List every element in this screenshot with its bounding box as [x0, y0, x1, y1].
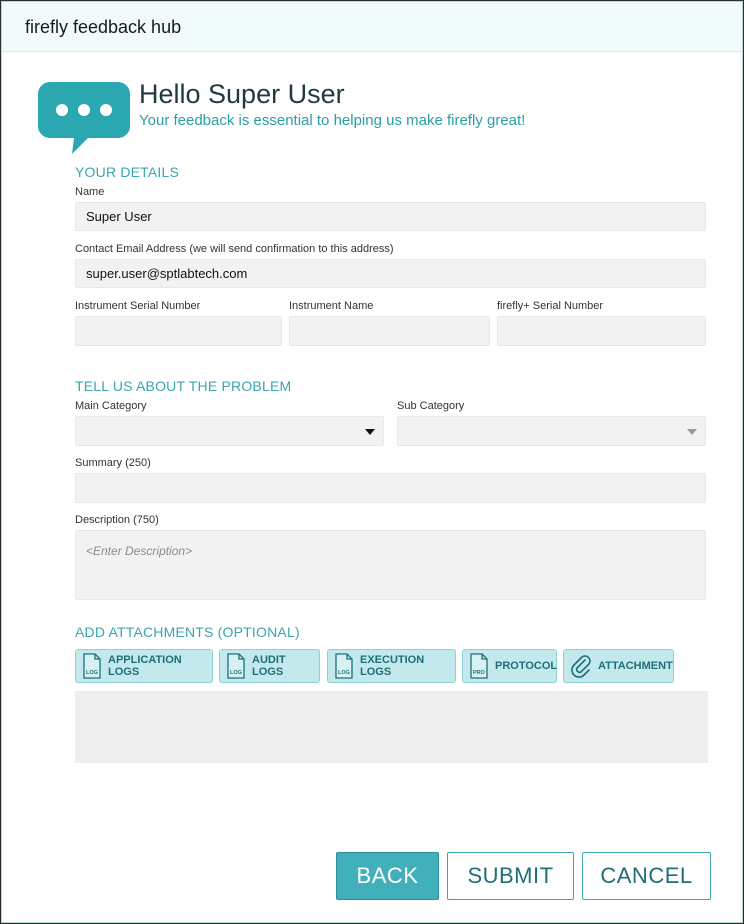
attachments-list[interactable] [75, 691, 708, 763]
section-your-details: YOUR DETAILS [75, 164, 180, 180]
summary-label: Summary (250) [75, 457, 151, 469]
sub-category-label: Sub Category [397, 400, 465, 412]
email-label: Contact Email Address (we will send conf… [75, 243, 394, 255]
execution-logs-label: EXECUTION LOGS [360, 654, 425, 678]
section-attachments: ADD ATTACHMENTS (OPTIONAL) [75, 624, 300, 640]
tagline: Your feedback is essential to helping us… [139, 112, 526, 129]
dropdown-arrow-icon [687, 429, 697, 435]
main-category-select[interactable] [75, 416, 384, 446]
title-bar: firefly feedback hub [2, 2, 742, 52]
instrument-name-label: Instrument Name [289, 300, 374, 312]
email-field[interactable]: super.user@sptlabtech.com [75, 259, 706, 288]
execution-logs-button[interactable]: LOG EXECUTION LOGS [327, 649, 456, 683]
name-field[interactable]: Super User [75, 202, 706, 231]
chat-bubble-icon [38, 82, 130, 154]
sub-category-select[interactable] [397, 416, 706, 446]
paperclip-icon [571, 655, 591, 678]
name-label: Name [75, 186, 105, 198]
greeting: Hello Super User [139, 79, 345, 109]
email-value: super.user@sptlabtech.com [86, 266, 248, 281]
log-file-icon: LOG [335, 653, 353, 679]
description-field[interactable]: <Enter Description> [75, 530, 706, 600]
instrument-name-field[interactable] [289, 316, 490, 346]
attachment-label: ATTACHMENT [598, 660, 673, 672]
instrument-serial-label: Instrument Serial Number [75, 300, 201, 312]
window-title: firefly feedback hub [25, 17, 182, 37]
log-file-icon: LOG [227, 653, 245, 679]
main-category-label: Main Category [75, 400, 147, 412]
protocol-label: PROTOCOL [495, 660, 558, 672]
attachment-button[interactable]: ATTACHMENT [563, 649, 674, 683]
description-label: Description (750) [75, 514, 159, 526]
svg-text:LOG: LOG [86, 670, 98, 676]
application-logs-label: APPLICATION LOGS [108, 654, 182, 678]
audit-logs-button[interactable]: LOG AUDIT LOGS [219, 649, 320, 683]
section-problem: TELL US ABOUT THE PROBLEM [75, 378, 292, 394]
application-logs-button[interactable]: LOG APPLICATION LOGS [75, 649, 213, 683]
back-button[interactable]: BACK [336, 852, 439, 900]
protocol-file-icon: PRO [470, 653, 488, 679]
feedback-dialog: firefly feedback hub Hello Super User Yo… [1, 1, 743, 923]
dropdown-arrow-icon [365, 429, 375, 435]
name-value: Super User [86, 209, 152, 224]
firefly-serial-field[interactable] [497, 316, 706, 346]
svg-text:PRO: PRO [473, 670, 486, 676]
log-file-icon: LOG [83, 653, 101, 679]
summary-field[interactable] [75, 473, 706, 503]
instrument-serial-field[interactable] [75, 316, 282, 346]
submit-button[interactable]: SUBMIT [447, 852, 574, 900]
firefly-serial-label: firefly+ Serial Number [497, 300, 604, 312]
svg-text:LOG: LOG [230, 670, 242, 676]
cancel-button[interactable]: CANCEL [582, 852, 711, 900]
audit-logs-label: AUDIT LOGS [252, 654, 286, 678]
description-placeholder: <Enter Description> [86, 544, 193, 558]
protocol-button[interactable]: PRO PROTOCOL [462, 649, 557, 683]
svg-text:LOG: LOG [338, 670, 350, 676]
